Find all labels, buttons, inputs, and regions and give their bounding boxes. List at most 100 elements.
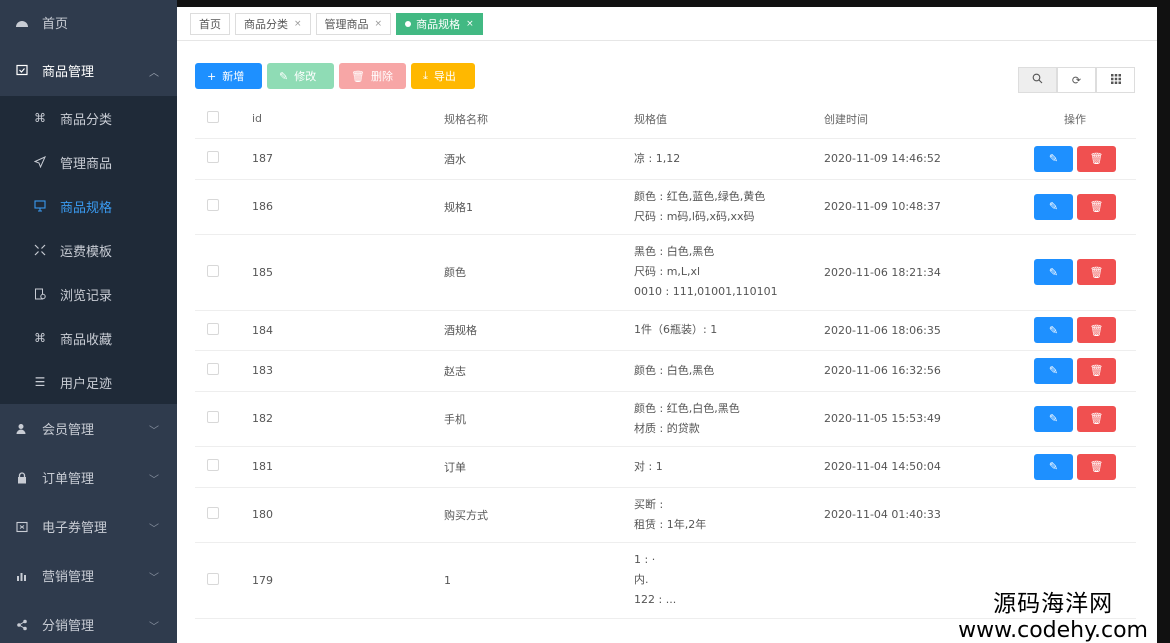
row-edit-button[interactable]: ✎ [1034, 317, 1073, 343]
row-checkbox[interactable] [207, 459, 219, 471]
pencil-icon: ✎ [1048, 460, 1059, 473]
sidebar-group-goods[interactable]: 商品管理 ︿ [0, 44, 177, 96]
sidebar-item-label: 商品规格 [60, 200, 113, 216]
lock-icon [14, 470, 30, 486]
row-checkbox[interactable] [207, 264, 219, 277]
chevron-down-icon: ﹀ [149, 524, 159, 535]
columns-button[interactable] [1096, 67, 1135, 93]
row-edit-button[interactable]: ✎ [1034, 405, 1073, 432]
row-checkbox[interactable] [207, 411, 219, 423]
tab-label: 首页 [199, 17, 221, 31]
cell-name: 1 [444, 542, 634, 619]
row-checkbox[interactable] [207, 199, 219, 211]
search-toggle-button[interactable] [1018, 67, 1057, 93]
column-header-id[interactable]: id [252, 100, 444, 139]
close-icon[interactable]: × [466, 19, 474, 29]
cell-id: 186 [252, 179, 444, 235]
tab-label: 商品分类 [244, 17, 288, 31]
column-header-name[interactable]: 规格名称 [444, 100, 634, 139]
export-button-label: 导出 [433, 70, 456, 83]
value-line: 0010 : 111,01001,110101 [634, 285, 778, 298]
column-header-created[interactable]: 创建时间 [824, 100, 1014, 139]
add-button-label: 新增 [222, 70, 245, 83]
cell-name: 酒规格 [444, 310, 634, 351]
row-edit-button[interactable]: ✎ [1034, 145, 1073, 172]
user-icon [14, 421, 30, 437]
row-edit-button[interactable]: ✎ [1034, 193, 1073, 220]
close-icon[interactable]: × [375, 19, 383, 29]
row-delete-button[interactable]: 🗑 [1077, 317, 1116, 343]
table-row: 186 规格1 颜色 : 红色,蓝色,绿色,黄色 尺码 : m码,l码,x码,xx… [195, 179, 1136, 235]
sidebar-submenu: ⌘ 商品分类 管理商品 商品规格 运费模板 浏览记录 ⌘ 商品收藏 ☰ 用户足迹 [0, 96, 177, 404]
cell-name: 颜色 [444, 234, 634, 311]
row-edit-button[interactable]: ✎ [1034, 259, 1073, 285]
row-edit-button[interactable]: ✎ [1034, 357, 1073, 384]
row-delete-button[interactable]: 🗑 [1077, 193, 1116, 220]
cell-name: 购买方式 [444, 487, 634, 543]
sidebar-item-favorites[interactable]: ⌘ 商品收藏 [0, 316, 177, 360]
table-row: 184 酒规格 1件（6瓶装）: 1 2020-11-06 18:06:35 ✎… [195, 310, 1136, 351]
value-line: 凉 : 1,12 [634, 151, 681, 165]
export-button[interactable]: ⤓ 导出 [411, 63, 475, 89]
tab-home[interactable]: 首页 [190, 12, 230, 35]
row-delete-button[interactable]: 🗑 [1077, 453, 1116, 480]
row-checkbox[interactable] [207, 507, 219, 519]
cell-values: 黑色 : 白色,黑色 尺码 : m,L,xl 0010 : 111,01001,11… [634, 234, 824, 311]
chevron-down-icon: ﹀ [149, 426, 159, 437]
delete-button[interactable]: 🗑 删除 [339, 63, 406, 89]
cell-created: 2020-11-09 10:48:37 [824, 179, 1014, 235]
row-delete-button[interactable]: 🗑 [1077, 357, 1116, 384]
row-edit-button[interactable]: ✎ [1034, 453, 1073, 480]
dashboard-icon [14, 14, 30, 30]
doc-clock-icon [32, 286, 48, 302]
ticket-icon [14, 519, 30, 535]
watermark-title: 源码海洋网 [993, 591, 1114, 617]
cell-values: 颜色 : 红色,白色,黑色 材质 : 的贷款 [634, 391, 824, 447]
row-checkbox[interactable] [207, 151, 219, 163]
row-delete-button[interactable]: 🗑 [1077, 259, 1116, 285]
chevron-down-icon: ﹀ [149, 573, 159, 584]
sidebar-group-coupons[interactable]: 电子券管理 ﹀ [0, 502, 177, 551]
column-header-values[interactable]: 规格值 [634, 100, 824, 139]
value-line: 对 : 1 [634, 459, 663, 473]
sidebar-item-browse-history[interactable]: 浏览记录 [0, 272, 177, 316]
row-delete-button[interactable]: 🗑 [1077, 405, 1116, 432]
tab-category[interactable]: 商品分类 × [235, 12, 311, 35]
tab-manage-goods[interactable]: 管理商品 × [315, 12, 392, 35]
chevron-up-icon: ︿ [149, 68, 159, 79]
row-delete-button[interactable]: 🗑 [1077, 145, 1116, 172]
pencil-icon: ✎ [1048, 152, 1059, 165]
sidebar-item-spec[interactable]: 商品规格 [0, 184, 177, 228]
sidebar-item-home[interactable]: 首页 [0, 0, 177, 44]
pencil-icon: ✎ [1048, 323, 1059, 337]
cell-name: 手机 [444, 391, 634, 447]
add-button[interactable]: + 新增 [195, 63, 262, 89]
sidebar-item-category[interactable]: ⌘ 商品分类 [0, 96, 177, 140]
right-bezel [1157, 0, 1170, 643]
row-checkbox[interactable] [207, 572, 219, 585]
cell-created: 2020-11-04 01:40:33 [824, 487, 1014, 543]
refresh-button[interactable]: ⟳ [1057, 67, 1096, 93]
tab-spec[interactable]: 商品规格 × [396, 12, 483, 35]
sidebar-group-marketing[interactable]: 营销管理 ﹀ [0, 551, 177, 600]
cell-values: 颜色 : 白色,黑色 [634, 350, 824, 392]
edit-button[interactable]: ✎ 修改 [267, 63, 334, 89]
cell-values: 1件（6瓶装）: 1 [634, 310, 824, 351]
select-all-checkbox[interactable] [207, 111, 219, 124]
select-all-cell [195, 100, 252, 139]
trash-icon: 🗑 [1089, 412, 1104, 425]
table-row: 181 订单 对 : 1 2020-11-04 14:50:04 ✎ 🗑 [195, 446, 1136, 488]
cell-actions: ✎ 🗑 [1014, 391, 1136, 447]
sidebar-group-distribution[interactable]: 分销管理 ﹀ [0, 600, 177, 643]
sidebar-item-shipping-template[interactable]: 运费模板 [0, 228, 177, 272]
sidebar-item-footprints[interactable]: ☰ 用户足迹 [0, 360, 177, 404]
close-icon[interactable]: × [294, 19, 302, 29]
row-checkbox[interactable] [207, 322, 219, 335]
main-content: 首页 商品分类 × 管理商品 × 商品规格 × + 新增 ✎ 修改 🗑 删除 ⤓… [177, 7, 1157, 643]
sidebar-item-manage-goods[interactable]: 管理商品 [0, 140, 177, 184]
sidebar-group-orders[interactable]: 订单管理 ﹀ [0, 453, 177, 502]
row-select-cell [195, 310, 252, 351]
row-checkbox[interactable] [207, 363, 219, 375]
sidebar-group-label: 会员管理 [42, 423, 95, 438]
sidebar-group-members[interactable]: 会员管理 ﹀ [0, 404, 177, 453]
